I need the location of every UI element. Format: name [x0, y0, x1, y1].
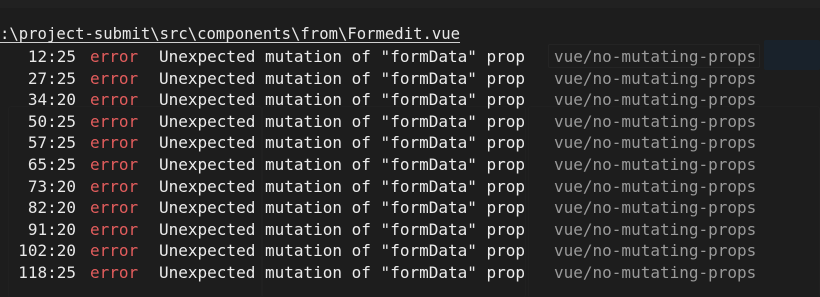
error-row: 82:20 error Unexpected mutation of "formDa… [0, 197, 756, 219]
error-severity: error [90, 176, 139, 196]
error-message: Unexpected mutation of "formData" prop [159, 68, 526, 88]
error-location: 91:20 [27, 219, 76, 239]
error-location: 27:25 [27, 68, 76, 88]
error-row: 12:25 error Unexpected mutation of "formDa… [0, 46, 756, 68]
error-severity: error [90, 133, 139, 153]
error-location: 82:20 [27, 198, 76, 218]
error-message: Unexpected mutation of "formData" prop [159, 111, 526, 131]
error-file-path[interactable]: :\project-submit\src\components\from\For… [0, 24, 460, 44]
error-message: Unexpected mutation of "formData" prop [159, 133, 526, 153]
error-message: Unexpected mutation of "formData" prop [159, 241, 526, 261]
error-location: 34:20 [27, 90, 76, 110]
error-row: 118:25 error Unexpected mutation of "formD… [0, 262, 756, 284]
error-row: 27:25 error Unexpected mutation of "formDa… [0, 68, 756, 90]
error-rule: vue/no-mutating-props [554, 133, 757, 153]
error-message: Unexpected mutation of "formData" prop [159, 154, 526, 174]
error-severity: error [90, 262, 139, 282]
error-location: 57:25 [27, 133, 76, 153]
error-row: 50:25 error Unexpected mutation of "formDa… [0, 111, 756, 133]
error-severity: error [90, 219, 139, 239]
error-row: 73:20 error Unexpected mutation of "formDa… [0, 176, 756, 198]
error-list: 12:25 error Unexpected mutation of "formDa… [0, 46, 756, 284]
error-rule: vue/no-mutating-props [554, 219, 757, 239]
error-rule: vue/no-mutating-props [554, 241, 757, 261]
error-location: 73:20 [27, 176, 76, 196]
error-location: 65:25 [27, 154, 76, 174]
error-location: 12:25 [27, 47, 76, 66]
error-row: 65:25 error Unexpected mutation of "formDa… [0, 154, 756, 176]
error-message: Unexpected mutation of "formData" prop [159, 198, 526, 218]
error-rule: vue/no-mutating-props [554, 262, 757, 282]
error-severity: error [90, 68, 139, 88]
error-rule: vue/no-mutating-props [554, 176, 757, 196]
error-severity: error [90, 154, 139, 174]
error-severity: error [90, 241, 139, 261]
error-row: 91:20 error Unexpected mutation of "formDa… [0, 219, 756, 241]
error-message: Unexpected mutation of "formData" prop [159, 176, 526, 196]
error-message: Unexpected mutation of "formData" prop [159, 47, 526, 66]
compile-error-overlay: :\project-submit\src\components\from\For… [0, 0, 820, 297]
error-row: 102:20 error Unexpected mutation of "formD… [0, 240, 756, 262]
error-message: Unexpected mutation of "formData" prop [159, 219, 526, 239]
error-severity: error [90, 111, 139, 131]
error-rule: vue/no-mutating-props [554, 198, 757, 218]
error-row: 34:20 error Unexpected mutation of "formDa… [0, 89, 756, 111]
error-rule: vue/no-mutating-props [554, 47, 757, 66]
error-row: 57:25 error Unexpected mutation of "formDa… [0, 132, 756, 154]
error-location: 102:20 [18, 241, 76, 261]
error-severity: error [90, 198, 139, 218]
error-rule: vue/no-mutating-props [554, 111, 757, 131]
error-rule: vue/no-mutating-props [554, 154, 757, 174]
error-message: Unexpected mutation of "formData" prop [159, 90, 526, 110]
error-severity: error [90, 47, 139, 66]
error-location: 118:25 [18, 262, 76, 282]
error-rule: vue/no-mutating-props [554, 68, 757, 88]
error-location: 50:25 [27, 111, 76, 131]
error-rule: vue/no-mutating-props [554, 90, 757, 110]
error-message: Unexpected mutation of "formData" prop [159, 262, 526, 282]
error-severity: error [90, 90, 139, 110]
